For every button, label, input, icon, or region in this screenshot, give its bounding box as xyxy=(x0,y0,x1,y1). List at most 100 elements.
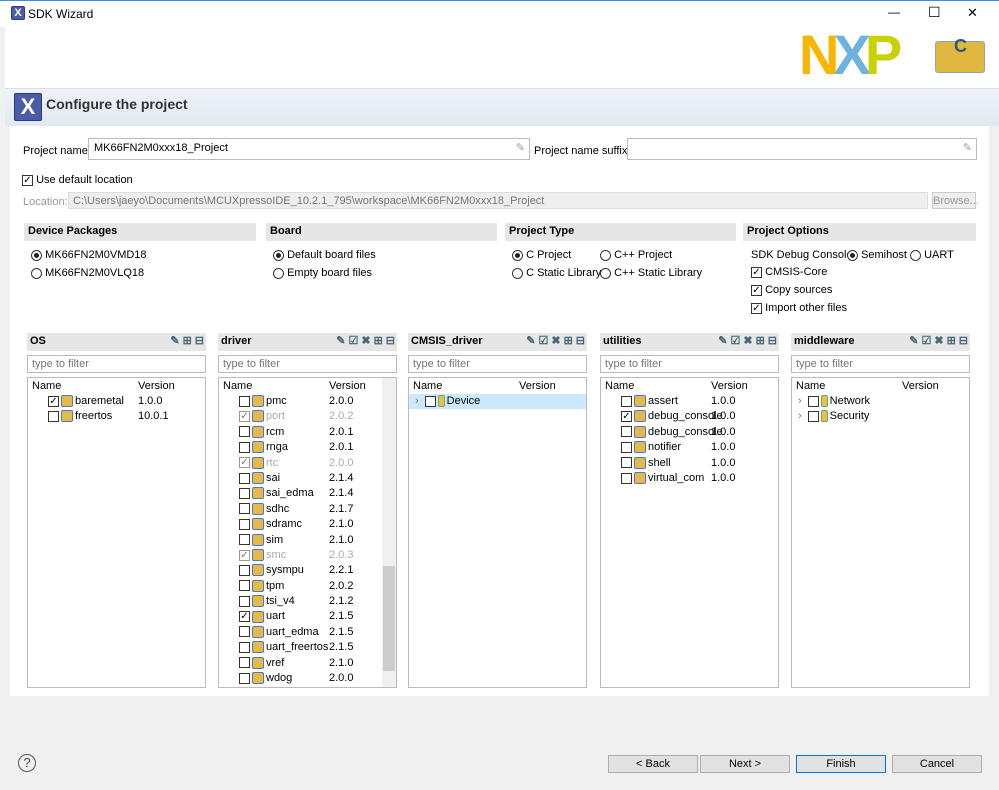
radio-button[interactable] xyxy=(910,249,921,261)
checkbox[interactable] xyxy=(239,518,250,530)
clear-icon[interactable]: ✎ xyxy=(516,141,525,154)
checkbox[interactable] xyxy=(239,472,250,484)
column-version[interactable]: Version xyxy=(329,380,366,392)
project-option-checkbox[interactable]: ✓ CMSIS-Core xyxy=(751,266,827,278)
column-name[interactable]: Name xyxy=(32,380,61,392)
clear-filter-icon[interactable]: ✎ xyxy=(526,335,535,347)
list-item[interactable]: ✓ rtc 2.0.0 xyxy=(219,456,396,471)
checkbox[interactable]: ✓ xyxy=(751,284,762,296)
checkbox[interactable] xyxy=(239,641,250,653)
list-item[interactable]: virtual_com 1.0.0 xyxy=(601,471,778,486)
checkbox[interactable] xyxy=(239,564,250,576)
expand-all-icon[interactable]: ⊞ xyxy=(564,335,573,347)
checkbox[interactable] xyxy=(239,626,250,638)
checkbox[interactable]: ✓ xyxy=(239,549,250,561)
radio-button[interactable] xyxy=(600,267,611,279)
list-item[interactable]: sai_edma 2.1.4 xyxy=(219,486,396,501)
uart-radio[interactable]: UART xyxy=(910,249,954,261)
list-item[interactable]: rnga 2.0.1 xyxy=(219,440,396,455)
list-item[interactable]: sdramc 2.1.0 xyxy=(219,517,396,532)
check-all-icon[interactable]: ☑ xyxy=(921,335,931,347)
list-item[interactable]: tsi_v4 2.1.2 xyxy=(219,594,396,609)
checkbox[interactable]: ✓ xyxy=(621,410,632,422)
uncheck-all-icon[interactable]: ✖ xyxy=(551,335,560,347)
list-item[interactable]: tpm 2.0.2 xyxy=(219,579,396,594)
list-item[interactable]: vref 2.1.0 xyxy=(219,656,396,671)
filter-input[interactable] xyxy=(218,355,397,373)
collapse-all-icon[interactable]: ⊟ xyxy=(386,335,395,347)
checkbox[interactable] xyxy=(239,657,250,669)
check-all-icon[interactable]: ☑ xyxy=(538,335,548,347)
list-item[interactable]: uart_edma 2.1.5 xyxy=(219,625,396,640)
column-name[interactable]: Name xyxy=(223,380,252,392)
project_type-option[interactable]: C++ Static Library xyxy=(600,267,702,279)
list-item[interactable]: ✓ uart 2.1.5 xyxy=(219,609,396,624)
expand-all-icon[interactable]: ⊞ xyxy=(756,335,765,347)
next-button[interactable]: Next > xyxy=(700,755,790,773)
checkbox[interactable] xyxy=(239,534,250,546)
help-icon[interactable]: ? xyxy=(18,754,36,772)
radio-button[interactable] xyxy=(273,249,284,261)
checkbox[interactable] xyxy=(621,441,632,453)
maximize-button[interactable]: ☐ xyxy=(928,4,941,21)
minimize-button[interactable]: — xyxy=(888,5,900,19)
list-item[interactable]: › Security xyxy=(792,409,969,424)
board-option[interactable]: Empty board files xyxy=(273,267,372,279)
radio-button[interactable] xyxy=(512,249,523,261)
filter-input[interactable] xyxy=(408,355,587,373)
checkbox[interactable] xyxy=(239,580,250,592)
uncheck-all-icon[interactable]: ✖ xyxy=(361,335,370,347)
list-item[interactable]: freertos 10.0.1 xyxy=(28,409,205,424)
list-item[interactable]: ✓ smc 2.0.3 xyxy=(219,548,396,563)
column-version[interactable]: Version xyxy=(711,380,748,392)
list-item[interactable]: debug_console 1.0.0 xyxy=(601,425,778,440)
project_type-option[interactable]: C Project xyxy=(512,249,571,261)
list-item[interactable]: pmc 2.0.0 xyxy=(219,394,396,409)
clear-icon[interactable]: ✎ xyxy=(963,141,972,154)
checkbox[interactable] xyxy=(239,503,250,515)
list-item[interactable]: ✓ debug_console 1.0.0 xyxy=(601,409,778,424)
collapse-all-icon[interactable]: ⊟ xyxy=(576,335,585,347)
expand-arrow-icon[interactable]: › xyxy=(415,395,419,407)
filter-input[interactable] xyxy=(600,355,779,373)
collapse-all-icon[interactable]: ⊟ xyxy=(768,335,777,347)
device_packages-option[interactable]: MK66FN2M0VMD18 xyxy=(31,249,147,261)
back-button[interactable]: < Back xyxy=(608,755,698,773)
board-option[interactable]: Default board files xyxy=(273,249,376,261)
checkbox[interactable] xyxy=(807,410,819,422)
semihost-radio[interactable]: Semihost xyxy=(847,249,907,261)
checkbox[interactable] xyxy=(239,395,250,407)
radio-button[interactable] xyxy=(600,249,611,261)
list-item[interactable]: assert 1.0.0 xyxy=(601,394,778,409)
column-name[interactable]: Name xyxy=(796,380,825,392)
expand-all-icon[interactable]: ⊞ xyxy=(183,335,192,347)
list-item[interactable]: ✓ port 2.0.2 xyxy=(219,409,396,424)
checkbox[interactable] xyxy=(239,441,250,453)
list-item[interactable]: sim 2.1.0 xyxy=(219,533,396,548)
checkbox[interactable] xyxy=(621,472,632,484)
radio-button[interactable] xyxy=(847,249,858,261)
checkbox[interactable] xyxy=(424,395,436,407)
project_type-option[interactable]: C Static Library xyxy=(512,267,601,279)
list-item[interactable]: ✓ baremetal 1.0.0 xyxy=(28,394,205,409)
column-version[interactable]: Version xyxy=(902,380,939,392)
checkbox[interactable] xyxy=(807,395,819,407)
project-option-checkbox[interactable]: ✓ Copy sources xyxy=(751,284,832,296)
checkbox[interactable]: ✓ xyxy=(48,395,59,407)
list-item[interactable]: › Device xyxy=(409,394,586,410)
checkbox[interactable] xyxy=(239,595,250,607)
list-item[interactable]: notifier 1.0.0 xyxy=(601,440,778,455)
project-name-input[interactable]: MK66FN2M0xxx18_Project ✎ xyxy=(88,138,530,160)
close-button[interactable]: ✕ xyxy=(967,5,978,21)
list-item[interactable]: shell 1.0.0 xyxy=(601,456,778,471)
checkbox[interactable] xyxy=(621,426,632,438)
check-all-icon[interactable]: ☑ xyxy=(348,335,358,347)
clear-filter-icon[interactable]: ✎ xyxy=(336,335,345,347)
uncheck-all-icon[interactable]: ✖ xyxy=(934,335,943,347)
radio-button[interactable] xyxy=(273,267,284,279)
device_packages-option[interactable]: MK66FN2M0VLQ18 xyxy=(31,267,144,279)
clear-filter-icon[interactable]: ✎ xyxy=(170,335,179,347)
list-item[interactable]: sdhc 2.1.7 xyxy=(219,502,396,517)
checkbox[interactable] xyxy=(621,457,632,469)
radio-button[interactable] xyxy=(31,267,42,279)
